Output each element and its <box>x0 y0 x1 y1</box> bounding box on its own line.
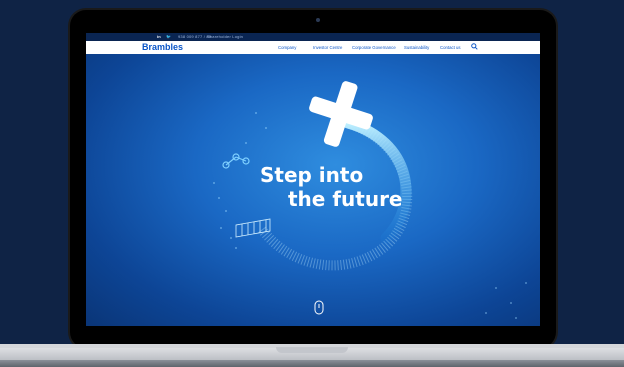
nav-company[interactable]: Company <box>278 45 296 50</box>
screen: in 🐦 938 009 877 / 89 Shareholder Login … <box>86 33 540 326</box>
twitter-icon[interactable]: 🐦 <box>166 34 171 39</box>
laptop-notch <box>276 347 348 353</box>
shareholder-login-link[interactable]: Shareholder Login <box>207 34 243 39</box>
particle-cloud-right <box>485 282 527 319</box>
plus-icon <box>309 81 373 147</box>
nav-investor-centre[interactable]: Investor Centre <box>313 45 342 50</box>
laptop-foot <box>0 360 624 367</box>
nav-corporate-governance[interactable]: Corporate Governance <box>352 45 396 50</box>
nav-contact-us[interactable]: Contact us <box>440 45 461 50</box>
topbar: in 🐦 938 009 877 / 89 Shareholder Login <box>86 33 540 41</box>
search-icon[interactable] <box>471 43 478 50</box>
hero-title-line-2: the future <box>288 187 403 211</box>
logo[interactable]: Brambles <box>142 42 183 52</box>
navbar: Brambles Company Investor Centre Corpora… <box>86 41 540 54</box>
nav-sustainability[interactable]: Sustainability <box>404 45 429 50</box>
linkedin-icon[interactable]: in <box>157 34 161 39</box>
camera <box>316 18 320 22</box>
particle-cloud-left <box>213 112 267 249</box>
hero-title-line-1: Step into <box>260 163 364 187</box>
network-icon <box>222 153 250 169</box>
